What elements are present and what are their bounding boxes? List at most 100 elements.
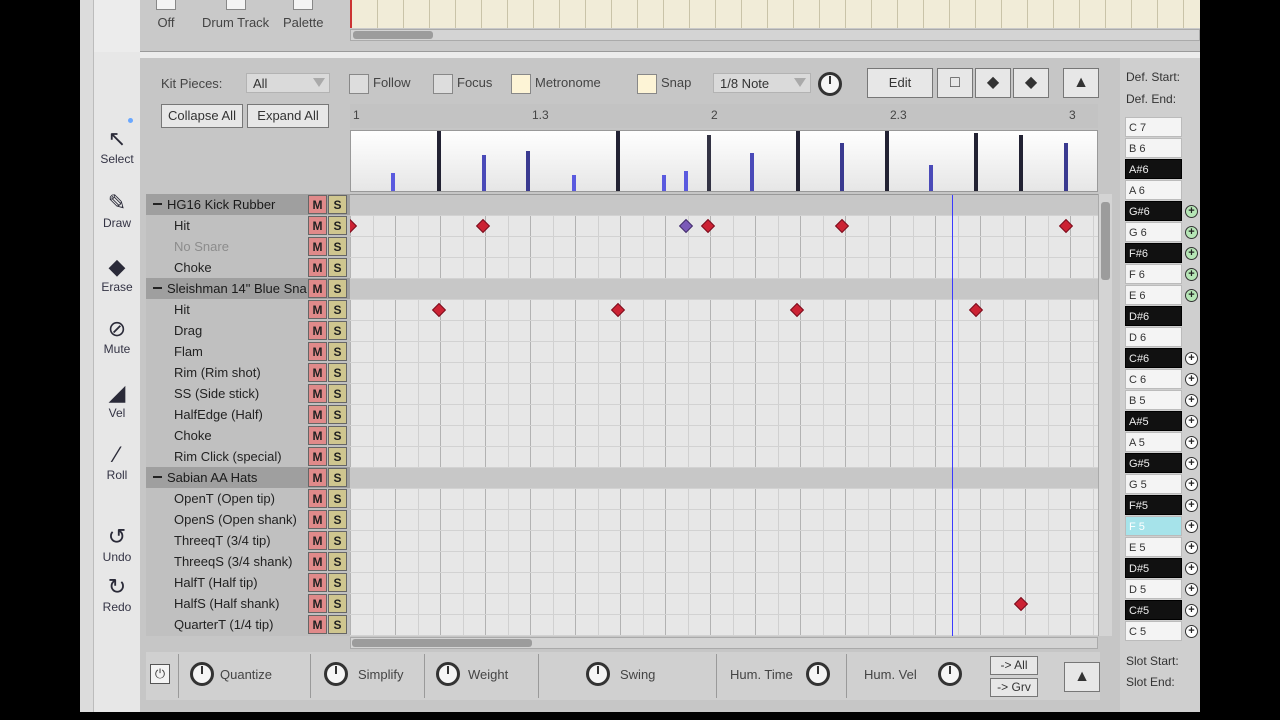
note-key[interactable]: G#5 xyxy=(1125,453,1182,473)
solo-button[interactable]: S xyxy=(328,489,347,508)
add-note-icon[interactable]: + xyxy=(1185,583,1198,596)
velocity-bar[interactable] xyxy=(526,151,530,191)
note-key[interactable]: C 7 xyxy=(1125,117,1182,137)
velocity-bar[interactable] xyxy=(684,171,688,191)
weight-knob[interactable] xyxy=(436,662,460,686)
mute-button[interactable]: M xyxy=(308,531,327,550)
note-key[interactable]: F 5 xyxy=(1125,516,1182,536)
grid-row[interactable] xyxy=(350,615,1098,636)
note-key[interactable]: F 6 xyxy=(1125,264,1182,284)
add-note-icon[interactable]: + xyxy=(1185,352,1198,365)
apply-to-all-button[interactable]: -> All xyxy=(990,656,1038,675)
solo-button[interactable]: S xyxy=(328,342,347,361)
solo-button[interactable]: S xyxy=(328,237,347,256)
solo-button[interactable]: S xyxy=(328,573,347,592)
mute-tool[interactable]: ⊘ Mute xyxy=(94,316,140,356)
solo-button[interactable]: S xyxy=(328,300,347,319)
add-note-icon[interactable]: + xyxy=(1185,520,1198,533)
simplify-knob[interactable] xyxy=(324,662,348,686)
kit-piece-row[interactable]: OpenS (Open shank) M S xyxy=(146,509,350,530)
note-key[interactable]: B 6 xyxy=(1125,138,1182,158)
redo-button[interactable]: ↻ Redo xyxy=(94,574,140,614)
grid-vertical-scrollbar[interactable] xyxy=(1098,194,1112,636)
kit-piece-row[interactable]: Choke M S xyxy=(146,425,350,446)
grid-row[interactable] xyxy=(350,237,1098,258)
grid-row[interactable] xyxy=(350,573,1098,594)
add-note-icon[interactable]: + xyxy=(1185,478,1198,491)
solo-button[interactable]: S xyxy=(328,594,347,613)
velocity-tool[interactable]: ◢ Vel xyxy=(94,380,140,420)
velocity-bar[interactable] xyxy=(1064,143,1068,191)
palette-button[interactable]: Palette xyxy=(283,0,323,30)
mute-button[interactable]: M xyxy=(308,489,327,508)
mute-button[interactable]: M xyxy=(308,510,327,529)
collapse-icon[interactable] xyxy=(153,476,162,478)
solo-button[interactable]: S xyxy=(328,615,347,634)
kit-piece-row[interactable]: Drag M S xyxy=(146,320,350,341)
solo-button[interactable]: S xyxy=(328,468,347,487)
kit-piece-row[interactable]: ThreeqS (3/4 shank) M S xyxy=(146,551,350,572)
mute-button[interactable]: M xyxy=(308,468,327,487)
grid-row[interactable] xyxy=(350,447,1098,468)
kit-piece-row[interactable]: Flam M S xyxy=(146,341,350,362)
note-key[interactable]: A#6 xyxy=(1125,159,1182,179)
add-note-icon[interactable]: + xyxy=(1185,247,1198,260)
solo-button[interactable]: S xyxy=(328,405,347,424)
note-key[interactable]: C 6 xyxy=(1125,369,1182,389)
note-key[interactable]: G#6 xyxy=(1125,201,1182,221)
expand-all-button[interactable]: Expand All xyxy=(247,104,329,128)
note-key[interactable]: G 5 xyxy=(1125,474,1182,494)
grid-row[interactable] xyxy=(350,216,1098,237)
collapse-icon[interactable] xyxy=(153,203,162,205)
grid-horizontal-scrollbar[interactable] xyxy=(350,637,1098,649)
add-note-icon[interactable]: + xyxy=(1185,373,1198,386)
note-key[interactable]: C 5 xyxy=(1125,621,1182,641)
mute-button[interactable]: M xyxy=(308,279,327,298)
erase-tool[interactable]: ◆ Erase xyxy=(94,254,140,294)
edit-button[interactable]: Edit xyxy=(867,68,933,98)
kit-piece-row[interactable]: Rim (Rim shot) M S xyxy=(146,362,350,383)
solo-button[interactable]: S xyxy=(328,258,347,277)
add-note-icon[interactable]: + xyxy=(1185,625,1198,638)
note-key[interactable]: A 6 xyxy=(1125,180,1182,200)
mute-button[interactable]: M xyxy=(308,552,327,571)
grid-row[interactable] xyxy=(350,384,1098,405)
snap-value-dropdown[interactable]: 1/8 Note xyxy=(713,73,811,93)
note-key[interactable]: A#5 xyxy=(1125,411,1182,431)
kit-piece-row[interactable]: HalfEdge (Half) M S xyxy=(146,404,350,425)
add-note-icon[interactable]: + xyxy=(1185,226,1198,239)
off-button[interactable]: Off xyxy=(156,0,176,30)
kit-piece-row[interactable]: Hit M S xyxy=(146,215,350,236)
mute-button[interactable]: M xyxy=(308,384,327,403)
snap-knob[interactable] xyxy=(818,72,842,96)
note-key[interactable]: G 6 xyxy=(1125,222,1182,242)
grid-row[interactable] xyxy=(350,552,1098,573)
add-note-icon[interactable]: + xyxy=(1185,562,1198,575)
add-note-icon[interactable]: + xyxy=(1185,436,1198,449)
velocity-bar[interactable] xyxy=(662,175,666,191)
bar-ruler[interactable]: 1 1.3 2 2.3 3 xyxy=(350,104,1098,128)
collapse-all-button[interactable]: Collapse All xyxy=(161,104,243,128)
collapse-icon[interactable] xyxy=(153,287,162,289)
mute-button[interactable]: M xyxy=(308,216,327,235)
add-note-icon[interactable]: + xyxy=(1185,415,1198,428)
draw-tool[interactable]: ✎ Draw xyxy=(94,190,140,230)
add-note-icon[interactable]: + xyxy=(1185,289,1198,302)
note-key[interactable]: F#5 xyxy=(1125,495,1182,515)
kit-piece-row[interactable]: Rim Click (special) M S xyxy=(146,446,350,467)
velocity-bar[interactable] xyxy=(1019,135,1023,191)
solo-button[interactable]: S xyxy=(328,552,347,571)
solo-button[interactable]: S xyxy=(328,195,347,214)
mute-button[interactable]: M xyxy=(308,258,327,277)
kit-piece-row[interactable]: Hit M S xyxy=(146,299,350,320)
add-note-icon[interactable]: + xyxy=(1185,541,1198,554)
grid-row[interactable] xyxy=(350,468,1098,489)
next-note-button[interactable]: ◆ xyxy=(1013,68,1049,98)
solo-button[interactable]: S xyxy=(328,384,347,403)
add-note-icon[interactable]: + xyxy=(1185,205,1198,218)
grid-row[interactable] xyxy=(350,531,1098,552)
snap-checkbox[interactable]: Snap xyxy=(637,72,691,96)
kit-pieces-dropdown[interactable]: All xyxy=(246,73,330,93)
note-key[interactable]: C#6 xyxy=(1125,348,1182,368)
velocity-lane[interactable] xyxy=(350,130,1098,192)
